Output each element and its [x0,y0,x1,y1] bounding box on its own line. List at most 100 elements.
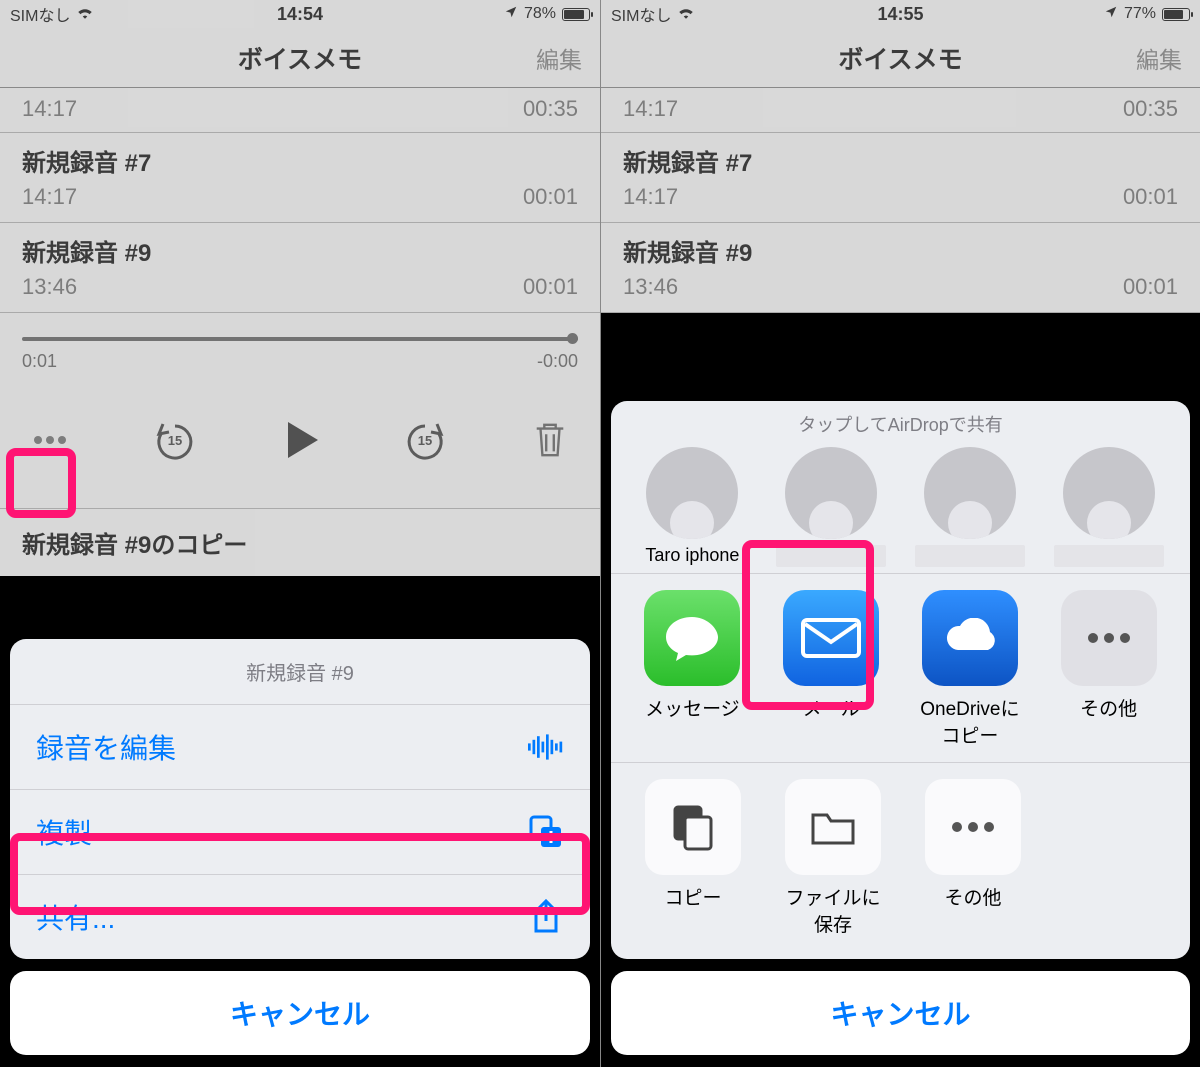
phone-right: SIMなし 14:55 77% ボイスメモ 編集 14:17 00:35 新規録音… [600,0,1200,1067]
scrubber-knob[interactable] [567,333,578,344]
status-time: 14:55 [877,4,923,25]
status-bar: SIMなし 14:54 78% [0,0,600,28]
share-button[interactable]: 共有... [10,875,590,959]
item-time: 14:17 [22,184,77,210]
duplicate-button[interactable]: 複製 [10,790,590,875]
item-label: 複製 [36,812,92,852]
svg-text:15: 15 [418,433,432,448]
battery-pct: 78% [524,5,556,23]
airdrop-row: Taro iphone [611,441,1190,573]
avatar-icon [785,447,877,539]
header-title: ボイスメモ [838,40,962,76]
forward-15-button[interactable]: 15 [397,412,453,468]
app-label: その他 [1039,694,1178,721]
contact-label-redacted [776,545,886,567]
wifi-icon [76,5,94,23]
share-sheet: タップしてAirDropで共有 Taro iphone メッセージ メール On… [611,401,1190,1055]
action-label: その他 [903,883,1043,910]
list-item[interactable]: 新規録音 #7 14:1700:01 [0,133,600,223]
edit-button[interactable]: 編集 [1136,41,1182,75]
edit-recording-button[interactable]: 録音を編集 [10,705,590,790]
location-icon [1104,5,1118,23]
share-app-onedrive[interactable]: OneDriveに コピー [901,590,1040,748]
item-time: 14:17 [22,96,77,122]
action-label: コピー [623,883,763,910]
folder-icon [785,779,881,875]
list-item-copy[interactable]: 新規録音 #9のコピー [0,509,600,576]
recordings-list: 14:17 00:35 新規録音 #7 14:1700:01 新規録音 #9 13… [0,88,600,313]
sheet-title: 新規録音 #9 [10,639,590,705]
item-label: 共有... [36,897,115,937]
action-copy[interactable]: コピー [623,779,763,937]
status-bar: SIMなし 14:55 77% [601,0,1200,28]
list-item[interactable]: 新規録音 #9 13:46 00:01 [0,223,600,313]
app-label: メッセージ [623,694,762,721]
item-duration: 00:01 [1123,274,1178,300]
battery-pct: 77% [1124,5,1156,23]
airdrop-contact[interactable]: Taro iphone [623,447,762,567]
item-duration: 00:35 [1123,96,1178,122]
item-label: 録音を編集 [36,727,176,767]
nav-header: ボイスメモ 編集 [0,28,600,88]
header-title: ボイスメモ [238,40,362,76]
rewind-15-button[interactable]: 15 [147,412,203,468]
more-button[interactable] [22,412,78,468]
cancel-button[interactable]: キャンセル [611,971,1190,1055]
action-save-to-files[interactable]: ファイルに 保存 [763,779,903,937]
contact-label: Taro iphone [623,545,762,566]
more-icon [28,418,72,462]
battery-icon [562,8,590,21]
airdrop-contact[interactable] [762,447,901,567]
item-duration: 00:01 [523,274,578,300]
onedrive-icon [922,590,1018,686]
cancel-button[interactable]: キャンセル [10,971,590,1055]
avatar-icon [646,447,738,539]
share-card: タップしてAirDropで共有 Taro iphone メッセージ メール On… [611,401,1190,959]
status-time: 14:54 [277,4,323,25]
action-sheet: 新規録音 #9 録音を編集 複製 共有... キャンセル [10,639,590,1055]
mail-icon [783,590,879,686]
list-item[interactable]: 新規録音 #7 14:1700:01 [601,133,1200,223]
play-button[interactable] [272,412,328,468]
list-item[interactable]: 新規録音 #9 13:4600:01 [601,223,1200,313]
share-app-mail[interactable]: メール [762,590,901,748]
svg-text:15: 15 [168,433,182,448]
share-icon [528,899,564,935]
messages-icon [644,590,740,686]
item-name: 新規録音 #7 [623,143,1178,178]
item-duration: 00:01 [1123,184,1178,210]
duplicate-icon [528,814,564,850]
share-actions-row: コピー ファイルに 保存 その他 [611,763,1190,953]
nav-header: ボイスメモ 編集 [601,28,1200,88]
item-time: 14:17 [623,96,678,122]
airdrop-contact[interactable] [1039,447,1178,567]
list-item[interactable]: 14:17 00:35 [601,88,1200,133]
item-duration: 00:35 [523,96,578,122]
action-sheet-card: 新規録音 #9 録音を編集 複製 共有... [10,639,590,959]
list-item[interactable]: 14:17 00:35 [0,88,600,133]
avatar-icon [924,447,1016,539]
avatar-icon [1063,447,1155,539]
recordings-list: 14:17 00:35 新規録音 #7 14:1700:01 新規録音 #9 13… [601,88,1200,313]
waveform-icon [528,729,564,765]
carrier-label: SIMなし [10,2,70,26]
item-name: 新規録音 #9 [22,233,578,268]
share-app-messages[interactable]: メッセージ [623,590,762,748]
app-label: OneDriveに コピー [901,694,1040,748]
share-apps-row: メッセージ メール OneDriveに コピー その他 [611,573,1190,763]
item-time: 13:46 [22,274,77,300]
contact-label-redacted [1054,545,1164,567]
remaining-time: -0:00 [537,351,578,372]
action-more[interactable]: その他 [903,779,1043,937]
wifi-icon [677,5,695,23]
airdrop-contact[interactable] [901,447,1040,567]
edit-button[interactable]: 編集 [536,41,582,75]
airdrop-title: タップしてAirDropで共有 [611,401,1190,441]
share-app-more[interactable]: その他 [1039,590,1178,748]
more-icon [1061,590,1157,686]
location-icon [504,5,518,23]
delete-button[interactable] [522,412,578,468]
scrubber[interactable]: 0:01 -0:00 [0,313,600,372]
elapsed-time: 0:01 [22,351,57,372]
action-label: ファイルに 保存 [763,883,903,937]
